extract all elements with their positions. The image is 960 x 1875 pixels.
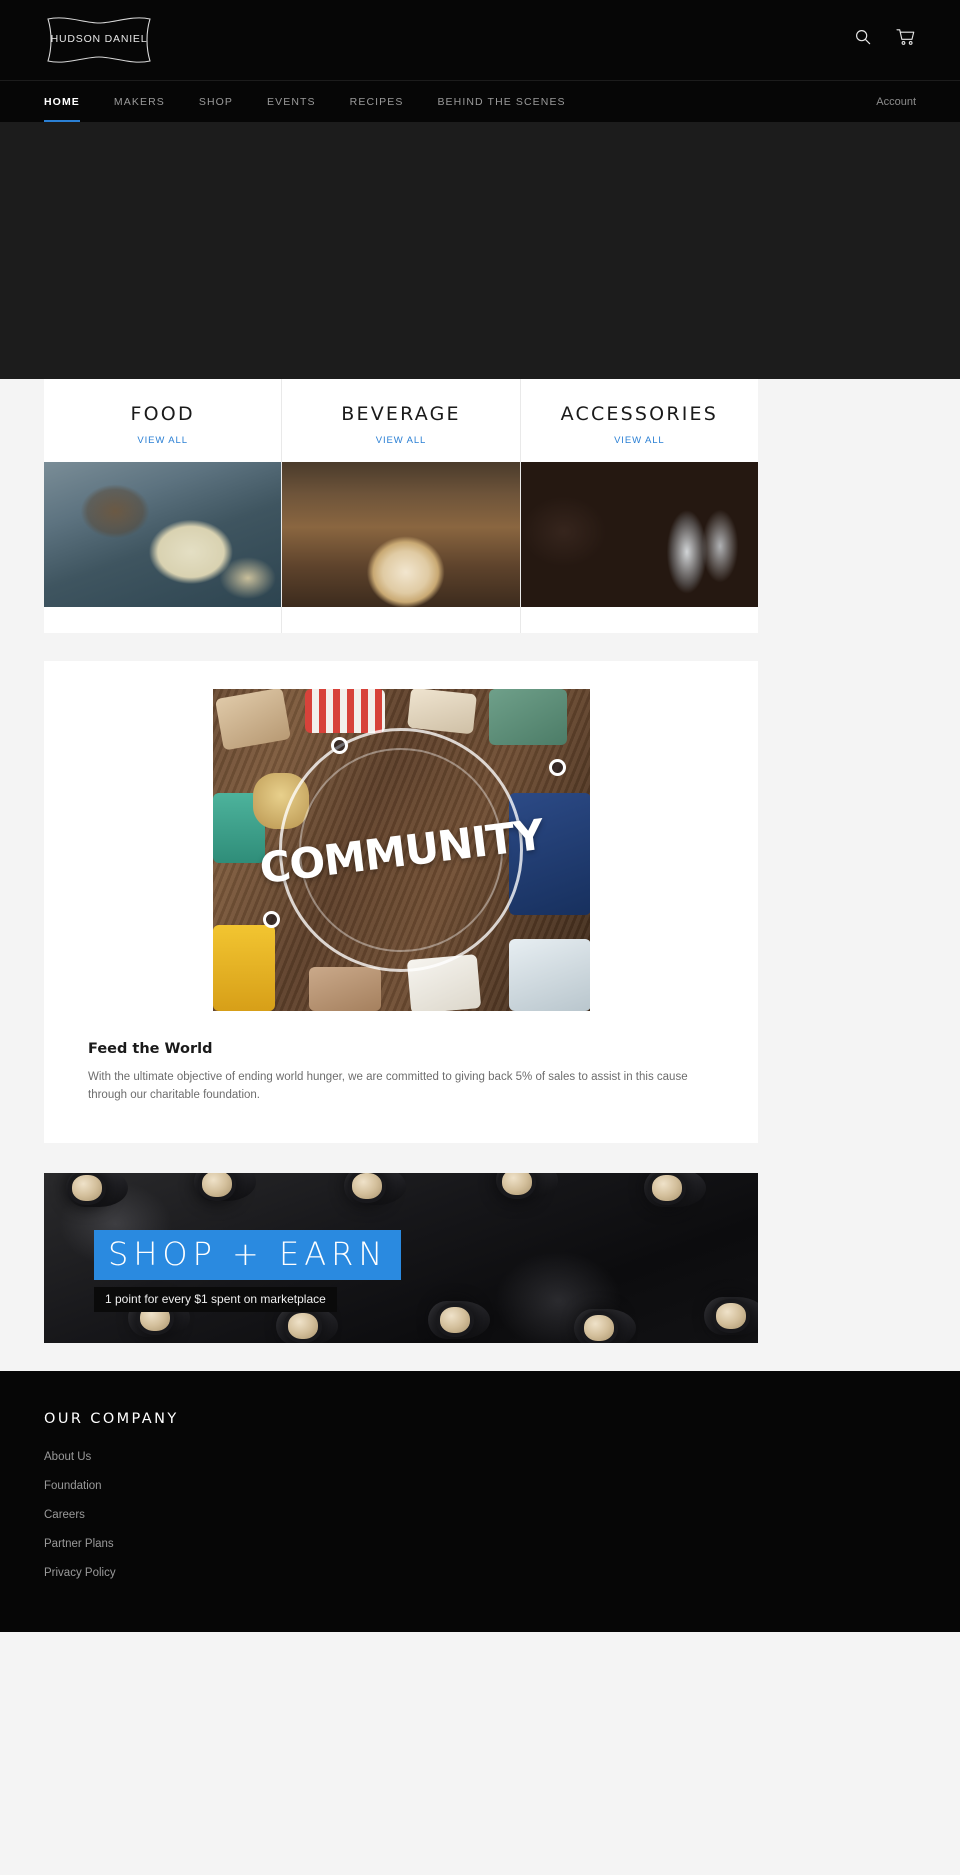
cork-shape xyxy=(352,1172,382,1199)
feature-section: COMMUNITY Feed the World With the ultima… xyxy=(44,661,758,1143)
category-card-accessories[interactable]: ACCESSORIES VIEW ALL xyxy=(520,379,758,633)
feature-body-text: With the ultimate objective of ending wo… xyxy=(88,1071,688,1101)
category-image-food xyxy=(44,462,282,607)
nav-link-behind-the-scenes[interactable]: BEHIND THE SCENES xyxy=(437,81,565,123)
nav-link-home[interactable]: HOME xyxy=(44,81,80,123)
main-navigation: HOME MAKERS SHOP EVENTS RECIPES BEHIND T… xyxy=(0,80,960,123)
footer-column-our-company: OUR COMPANY About Us Foundation Careers … xyxy=(44,1411,916,1581)
footer-link-partner-plans[interactable]: Partner Plans xyxy=(44,1538,114,1550)
footer-column-title: OUR COMPANY xyxy=(44,1410,179,1427)
category-card-spacer xyxy=(44,607,282,633)
footer-list-item: Privacy Policy xyxy=(44,1563,916,1581)
category-view-all-link[interactable]: VIEW ALL xyxy=(282,435,519,446)
photo-element xyxy=(308,967,381,1011)
category-cards-row: FOOD VIEW ALL BEVERAGE VIEW ALL ACCESSOR… xyxy=(44,379,758,633)
header-actions xyxy=(854,28,916,48)
cork-shape xyxy=(72,1174,102,1201)
category-card-spacer xyxy=(520,607,758,633)
category-title: BEVERAGE xyxy=(341,403,461,425)
category-title: ACCESSORIES xyxy=(560,403,718,425)
feature-image-community: COMMUNITY xyxy=(212,689,590,1011)
promo-banner-shop-earn[interactable]: SHOP + EARN 1 point for every $1 spent o… xyxy=(44,1172,758,1343)
site-footer: OUR COMPANY About Us Foundation Careers … xyxy=(0,1370,960,1632)
search-icon[interactable] xyxy=(854,28,874,48)
site-header: HUDSON DANIEL xyxy=(0,0,960,80)
nav-link-recipes[interactable]: RECIPES xyxy=(350,81,404,123)
feature-heading: Feed the World xyxy=(88,1041,213,1057)
nav-item-events[interactable]: EVENTS xyxy=(267,81,316,123)
header-inner: HUDSON DANIEL xyxy=(0,0,960,80)
brand-logo[interactable]: HUDSON DANIEL xyxy=(44,14,154,66)
cork-shape xyxy=(288,1312,318,1339)
nav-inner: HOME MAKERS SHOP EVENTS RECIPES BEHIND T… xyxy=(0,81,960,123)
footer-link-careers[interactable]: Careers xyxy=(44,1509,85,1521)
photo-element xyxy=(212,925,275,1011)
brand-name: HUDSON DANIEL xyxy=(50,33,148,45)
category-view-all-link[interactable]: VIEW ALL xyxy=(44,435,281,446)
account-link[interactable]: Account xyxy=(876,81,916,123)
category-title: FOOD xyxy=(130,403,195,425)
nav-item-shop[interactable]: SHOP xyxy=(199,81,233,123)
photo-element xyxy=(488,689,567,745)
cart-icon[interactable] xyxy=(896,28,916,48)
photo-element xyxy=(406,689,477,735)
footer-link-list: About Us Foundation Careers Partner Plan… xyxy=(44,1447,916,1581)
category-card-beverage[interactable]: BEVERAGE VIEW ALL xyxy=(282,379,521,633)
cork-shape xyxy=(202,1172,232,1197)
nav-item-home[interactable]: HOME xyxy=(44,81,80,123)
photo-element xyxy=(304,689,385,733)
nav-link-shop[interactable]: SHOP xyxy=(199,81,233,123)
photo-element xyxy=(508,939,590,1011)
promo-headline: SHOP + EARN xyxy=(94,1229,402,1280)
category-image-accessories xyxy=(520,462,758,607)
node-marker-icon xyxy=(330,737,348,754)
category-card-spacer xyxy=(282,607,520,633)
category-card-food[interactable]: FOOD VIEW ALL xyxy=(44,379,283,633)
nav-list: HOME MAKERS SHOP EVENTS RECIPES BEHIND T… xyxy=(44,81,600,123)
footer-list-item: Foundation xyxy=(44,1476,916,1494)
footer-link-foundation[interactable]: Foundation xyxy=(44,1480,102,1492)
cork-shape xyxy=(652,1174,682,1201)
footer-link-privacy-policy[interactable]: Privacy Policy xyxy=(44,1567,116,1579)
cork-shape xyxy=(584,1314,614,1341)
cork-shape xyxy=(716,1302,746,1329)
nav-link-events[interactable]: EVENTS xyxy=(267,81,316,123)
node-marker-icon xyxy=(548,759,566,776)
nav-link-makers[interactable]: MAKERS xyxy=(114,81,165,123)
footer-list-item: Partner Plans xyxy=(44,1534,916,1552)
nav-item-makers[interactable]: MAKERS xyxy=(114,81,165,123)
nav-item-recipes[interactable]: RECIPES xyxy=(350,81,404,123)
category-cards-section: FOOD VIEW ALL BEVERAGE VIEW ALL ACCESSOR… xyxy=(0,379,960,661)
cork-shape xyxy=(440,1306,470,1333)
footer-list-item: About Us xyxy=(44,1447,916,1465)
footer-link-about-us[interactable]: About Us xyxy=(44,1451,91,1463)
cork-shape xyxy=(502,1172,532,1195)
category-image-beverage xyxy=(282,462,520,607)
nav-item-behind-the-scenes[interactable]: BEHIND THE SCENES xyxy=(437,81,565,123)
node-marker-icon xyxy=(262,911,280,928)
promo-section: SHOP + EARN 1 point for every $1 spent o… xyxy=(0,1142,960,1371)
promo-subline: 1 point for every $1 spent on marketplac… xyxy=(94,1286,337,1312)
category-view-all-link[interactable]: VIEW ALL xyxy=(521,435,758,446)
footer-list-item: Careers xyxy=(44,1505,916,1523)
